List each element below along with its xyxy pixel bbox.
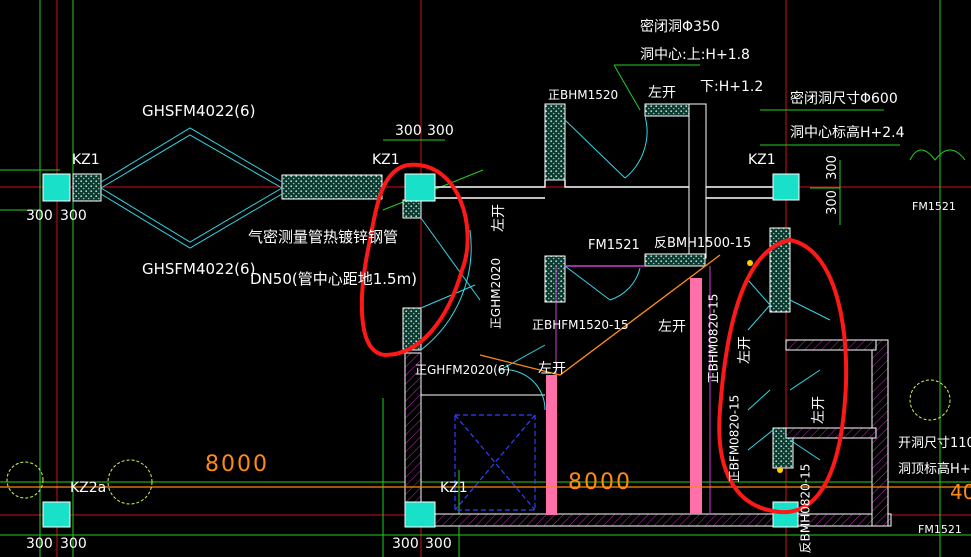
zuokai-top-label: 左开 xyxy=(648,85,676,101)
dim-300-left-a: 300 xyxy=(26,208,53,224)
right-vertical-label-3: 反BMH0820-15 xyxy=(798,463,813,554)
mimi-label-4: 密闭洞尺寸Φ600 xyxy=(790,91,898,107)
zuokai-vertical-label: 左开 xyxy=(491,204,507,232)
kz1-right-label: KZ1 xyxy=(748,152,776,168)
mimi-label-1: 密闭洞Φ350 xyxy=(640,19,720,35)
kz1-bottom-label: KZ1 xyxy=(440,480,468,496)
pipe-label-2: DN50(管中心距地1.5m) xyxy=(250,270,418,288)
dim-300-bottommid-a: 300 xyxy=(392,536,419,552)
dim-300-top-a: 300 xyxy=(395,123,422,139)
mimi-label-5: 洞中心标高H+2.4 xyxy=(790,125,905,141)
dim-8000-mid: 8000 xyxy=(568,470,632,495)
ghsfm-top-label: GHSFM4022(6) xyxy=(142,102,256,120)
dim-300-bottomleft-a: 300 xyxy=(26,536,53,552)
pipe-label-1: 气密测量管热镀锌钢管 xyxy=(248,228,399,246)
dim-300-bottommid-b: 300 xyxy=(425,536,452,552)
fan-bmh-label: 反BMH1500-15 xyxy=(654,236,752,251)
zuokai-mid-label: 左开 xyxy=(658,319,686,335)
dim-300-left-b: 300 xyxy=(60,208,87,224)
zuokai-low-label: 左开 xyxy=(538,361,566,377)
floor-plan-drawing xyxy=(0,0,971,557)
dim-8000-left: 8000 xyxy=(205,452,269,477)
mimi-label-2: 洞中心:上:H+1.8 xyxy=(640,47,750,63)
zheng-ghm-label: 正GHM2020 xyxy=(489,257,504,330)
dim-300-right-a: 300 xyxy=(824,155,840,180)
zheng-bhfm-label: 正BHFM1520-15 xyxy=(532,318,629,332)
tree-symbols xyxy=(6,149,966,505)
dim-300-bottomleft-b: 300 xyxy=(60,536,87,552)
kz2a-label: KZ2a xyxy=(70,480,107,496)
bhm-top-label: 正BHM1520 xyxy=(548,88,619,102)
open-size-label: 开洞尺寸1100 xyxy=(898,436,971,451)
dim-300-top-b: 300 xyxy=(427,123,454,139)
ghsfm-bottom-label: GHSFM4022(6) xyxy=(142,260,256,278)
fm1521-mid-label: FM1521 xyxy=(588,238,640,253)
mimi-label-3: 下:H+1.2 xyxy=(700,79,764,95)
fm1521-right-label: FM1521 xyxy=(912,200,956,213)
zuokai-right-1: 左开 xyxy=(737,336,753,364)
dim-300-right-b: 300 xyxy=(824,190,840,215)
zuokai-right-2: 左开 xyxy=(811,396,827,424)
right-vertical-label-1: 正BHM0820-15 xyxy=(706,293,721,384)
fm1521-bottomright-label: FM1521 xyxy=(918,523,962,536)
kz1-left-label: KZ1 xyxy=(72,152,100,168)
edge-number-label: 40 xyxy=(950,480,971,504)
zheng-ghfm-label: 正GHFM2020(6) xyxy=(415,363,511,377)
kz1-mid-label: KZ1 xyxy=(372,152,400,168)
open-height-label: 洞顶标高H+2 xyxy=(898,462,971,477)
right-vertical-label-2: 正BFM0820-15 xyxy=(727,394,742,483)
